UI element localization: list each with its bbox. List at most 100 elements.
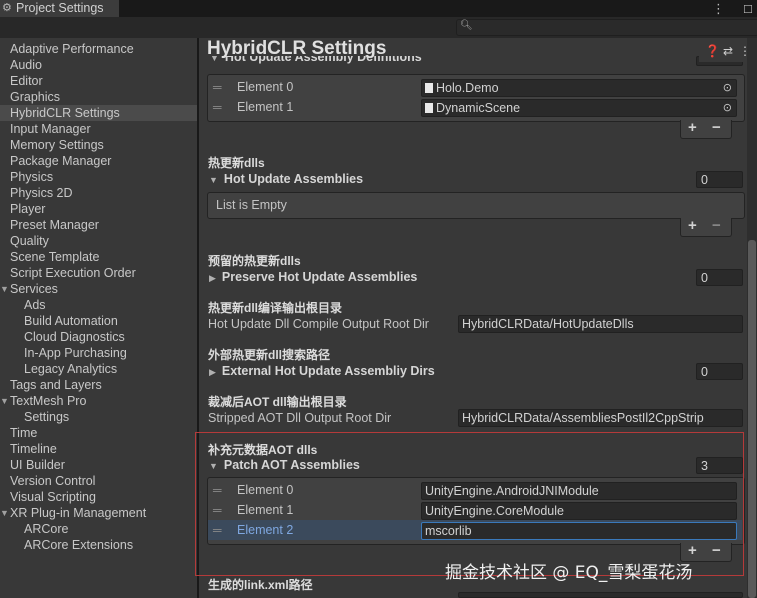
watermark-text: 掘金技术社区 @ EQ_雪梨蛋花汤 — [445, 563, 693, 583]
sidebar-item-label: TextMesh Pro — [10, 394, 87, 408]
element-label: Element 0 — [237, 80, 294, 94]
sidebar-item-tags-and-layers[interactable]: Tags and Layers — [0, 377, 197, 393]
add-element-button[interactable]: + — [688, 120, 697, 136]
sidebar-item-physics-2d[interactable]: Physics 2D — [0, 185, 197, 201]
sidebar-item-memory-settings[interactable]: Memory Settings — [0, 137, 197, 153]
hot-update-assemblies-foldout[interactable]: ▼ Hot Update Assemblies — [209, 172, 363, 186]
asmdef-file-icon — [425, 83, 433, 93]
sidebar-item-in-app-purchasing[interactable]: In-App Purchasing — [0, 345, 197, 361]
sidebar-item-label: Ads — [24, 298, 46, 312]
sidebar-item-quality[interactable]: Quality — [0, 233, 197, 249]
gear-icon: ⚙ — [2, 2, 12, 14]
foldout-arrow-icon: ▶ — [209, 273, 216, 283]
drag-handle-icon[interactable]: ═ — [213, 80, 222, 94]
object-picker-icon[interactable]: ⊙ — [723, 100, 732, 116]
sidebar-item-editor[interactable]: Editor — [0, 73, 197, 89]
external-dirs-foldout[interactable]: ▶ External Hot Update Assembliy Dirs — [209, 364, 435, 378]
help-icon[interactable]: ❓ — [705, 44, 720, 58]
settings-sidebar: Adaptive Performance Audio Editor Graphi… — [0, 38, 197, 598]
sidebar-item-label: Quality — [10, 234, 49, 248]
expand-arrow-icon[interactable]: ▼ — [0, 281, 9, 297]
hot-update-add-remove: + − — [680, 218, 732, 237]
object-field-value: Holo.Demo — [436, 81, 499, 95]
sidebar-item-label: ARCore — [24, 522, 69, 536]
foldout-arrow-icon: ▶ — [209, 367, 216, 377]
hot-update-assemblies-count[interactable]: 0 — [696, 171, 743, 188]
project-settings-tab[interactable]: ⚙ Project Settings — [0, 0, 119, 17]
kebab-menu-icon[interactable]: ⋮ — [712, 0, 725, 17]
expand-arrow-icon[interactable]: ▼ — [0, 505, 9, 521]
object-field-dynamic-scene[interactable]: DynamicScene ⊙ — [421, 99, 737, 117]
object-field-holo-demo[interactable]: Holo.Demo ⊙ — [421, 79, 737, 97]
sidebar-item-adaptive-performance[interactable]: Adaptive Performance — [0, 41, 197, 57]
sidebar-item-xr-plugin-management[interactable]: ▼ XR Plug-in Management — [0, 505, 197, 521]
sidebar-item-legacy-analytics[interactable]: Legacy Analytics — [0, 361, 197, 377]
header-icons: ❓ ⇄ ⋮ — [699, 38, 751, 62]
sidebar-item-graphics[interactable]: Graphics — [0, 89, 197, 105]
sidebar-item-ads[interactable]: Ads — [0, 297, 197, 313]
stripped-aot-field[interactable]: HybridCLRData/AssembliesPostIl2CppStrip — [458, 409, 743, 427]
preset-icon[interactable]: ⇄ — [723, 44, 733, 58]
sidebar-item-label: Physics — [10, 170, 54, 184]
sidebar-item-package-manager[interactable]: Package Manager — [0, 153, 197, 169]
preserve-assemblies-count[interactable]: 0 — [696, 269, 743, 286]
compile-output-label: Hot Update Dll Compile Output Root Dir — [208, 317, 429, 331]
preserve-assemblies-foldout[interactable]: ▶ Preserve Hot Update Assemblies — [209, 270, 417, 284]
sidebar-item-build-automation[interactable]: Build Automation — [0, 313, 197, 329]
sidebar-item-arcore-extensions[interactable]: ARCore Extensions — [0, 537, 197, 553]
element-label: Element 1 — [237, 100, 294, 114]
scrollbar-thumb[interactable] — [748, 240, 756, 598]
sidebar-item-label: Settings — [24, 410, 70, 424]
drag-handle-icon[interactable]: ═ — [213, 100, 222, 114]
object-field-value: DynamicScene — [436, 101, 521, 115]
sidebar-item-ui-builder[interactable]: UI Builder — [0, 457, 197, 473]
sidebar-item-version-control[interactable]: Version Control — [0, 473, 197, 489]
expand-arrow-icon[interactable]: ▼ — [0, 393, 9, 409]
sidebar-item-label: HybridCLR Settings — [10, 106, 120, 120]
foldout-arrow-icon: ▼ — [209, 175, 218, 185]
object-picker-icon[interactable]: ⊙ — [723, 80, 732, 96]
stripped-aot-label: Stripped AOT Dll Output Root Dir — [208, 411, 392, 425]
sidebar-item-scene-template[interactable]: Scene Template — [0, 249, 197, 265]
highlight-annotation-box — [195, 432, 744, 576]
section-title-stripped-aot: 裁减后AOT dll输出根目录 — [208, 395, 347, 409]
foldout-label: External Hot Update Assembliy Dirs — [221, 364, 435, 378]
sidebar-item-label: Script Execution Order — [10, 266, 136, 280]
add-element-button[interactable]: + — [688, 218, 697, 234]
section-title-hot-update-dlls: 热更新dlls — [208, 156, 265, 170]
compile-output-field[interactable]: HybridCLRData/HotUpdateDlls — [458, 315, 743, 333]
sidebar-item-cloud-diagnostics[interactable]: Cloud Diagnostics — [0, 329, 197, 345]
close-icon[interactable]: □ — [744, 0, 752, 17]
sidebar-item-script-execution-order[interactable]: Script Execution Order — [0, 265, 197, 281]
asm-defs-add-remove: + − — [680, 120, 732, 139]
remove-element-button[interactable]: − — [712, 218, 721, 234]
remove-element-button[interactable]: − — [712, 120, 721, 136]
sidebar-item-arcore[interactable]: ARCore — [0, 521, 197, 537]
sidebar-item-label: Timeline — [10, 442, 57, 456]
sidebar-item-settings[interactable]: Settings — [0, 409, 197, 425]
sidebar-item-player[interactable]: Player — [0, 201, 197, 217]
sidebar-item-label: UI Builder — [10, 458, 65, 472]
sidebar-item-label: Visual Scripting — [10, 490, 96, 504]
sidebar-item-label: Memory Settings — [10, 138, 104, 152]
sidebar-item-timeline[interactable]: Timeline — [0, 441, 197, 457]
sidebar-item-preset-manager[interactable]: Preset Manager — [0, 217, 197, 233]
sidebar-item-textmesh-pro[interactable]: ▼ TextMesh Pro — [0, 393, 197, 409]
sidebar-item-services[interactable]: ▼ Services — [0, 281, 197, 297]
sidebar-item-hybridclr-settings[interactable]: HybridCLR Settings — [0, 105, 197, 121]
sidebar-item-audio[interactable]: Audio — [0, 57, 197, 73]
sidebar-item-label: Services — [10, 282, 58, 296]
list-empty-text: List is Empty — [216, 198, 287, 212]
page-title: HybridCLR Settings — [207, 38, 387, 59]
sidebar-item-visual-scripting[interactable]: Visual Scripting — [0, 489, 197, 505]
search-input[interactable]: 🔍︎ — [456, 19, 757, 36]
sidebar-item-physics[interactable]: Physics — [0, 169, 197, 185]
sidebar-item-label: Tags and Layers — [10, 378, 102, 392]
sidebar-item-time[interactable]: Time — [0, 425, 197, 441]
sidebar-item-input-manager[interactable]: Input Manager — [0, 121, 197, 137]
asmdef-file-icon — [425, 103, 433, 113]
sidebar-item-label: In-App Purchasing — [24, 346, 127, 360]
hot-update-assemblies-list: List is Empty — [207, 192, 745, 219]
external-dirs-count[interactable]: 0 — [696, 363, 743, 380]
link-xml-field[interactable] — [458, 592, 743, 598]
